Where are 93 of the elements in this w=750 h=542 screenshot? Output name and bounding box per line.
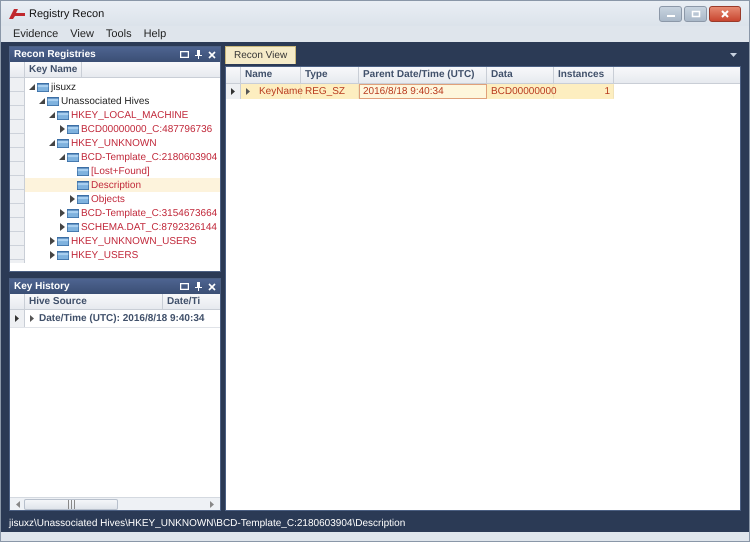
collapsed-arrow-icon[interactable]: [50, 237, 54, 245]
tree-item[interactable]: HKEY_UNKNOWN: [25, 136, 220, 150]
tree-item[interactable]: [Lost+Found]: [25, 164, 220, 178]
menu-item[interactable]: Tools: [106, 28, 132, 40]
tree-item-label: SCHEMA.DAT_C:8792326144: [81, 222, 217, 232]
window-title: Registry Recon: [29, 8, 104, 20]
panel-title: Key History: [14, 281, 70, 292]
expanded-arrow-icon[interactable]: [29, 84, 35, 90]
collapsed-arrow-icon[interactable]: [60, 209, 64, 217]
column-header[interactable]: Type: [301, 67, 359, 83]
folder-icon: [67, 152, 79, 162]
pin-icon[interactable]: [195, 50, 202, 59]
tree-item-label: HKEY_USERS: [71, 250, 138, 260]
tab[interactable]: Recon View: [225, 46, 296, 64]
minimize-button[interactable]: [659, 6, 682, 22]
tree-item-label: jisuxz: [51, 82, 76, 92]
folder-icon: [67, 222, 79, 232]
folder-icon: [77, 180, 89, 190]
collapsed-arrow-icon[interactable]: [60, 223, 64, 231]
tree-item-label: Objects: [91, 194, 125, 204]
scroll-thumb[interactable]: [24, 498, 118, 510]
folder-icon: [57, 250, 69, 260]
tree-item[interactable]: BCD00000000_C:487796736: [25, 122, 220, 136]
tree-item-label: BCD-Template_C:3154673664: [81, 208, 218, 218]
dropdown-arrow-icon[interactable]: [730, 53, 737, 57]
row-indicator-icon: [15, 315, 19, 322]
column-header[interactable]: Hive Source: [25, 294, 163, 309]
menu-item[interactable]: View: [70, 28, 94, 40]
tree-item[interactable]: HKEY_LOCAL_MACHINE: [25, 108, 220, 122]
table-row[interactable]: KeyName REG_SZ 2016/8/18 9:40:34 BCD00000000 1: [226, 84, 614, 99]
expanded-arrow-icon[interactable]: [49, 140, 55, 146]
column-header[interactable]: Parent Date/Time (UTC): [359, 67, 487, 83]
tree-item-label: HKEY_UNKNOWN: [71, 138, 157, 148]
collapsed-arrow-icon[interactable]: [70, 195, 74, 203]
column-header[interactable]: Date/Ti: [163, 294, 220, 309]
column-header[interactable]: Instances: [554, 67, 614, 83]
folder-icon: [37, 82, 49, 92]
folder-icon: [67, 124, 79, 134]
status-path: jisuxz\Unassociated Hives\HKEY_UNKNOWN\BCD-Template_C:2180603904\Description: [9, 518, 406, 529]
table-cell: BCD00000000: [487, 84, 554, 99]
pin-icon[interactable]: [195, 282, 202, 291]
menu-item[interactable]: Evidence: [13, 28, 58, 40]
folder-icon: [57, 236, 69, 246]
tree-item[interactable]: HKEY_UNKNOWN_USERS: [25, 234, 220, 248]
expanded-arrow-icon[interactable]: [49, 112, 55, 118]
horizontal-scrollbar[interactable]: [10, 497, 220, 510]
restore-icon[interactable]: [180, 283, 189, 290]
row-indicator-icon: [231, 88, 235, 95]
tree-item[interactable]: SCHEMA.DAT_C:8792326144: [25, 220, 220, 234]
tree-item-label: BCD-Template_C:2180603904: [81, 152, 218, 162]
collapsed-arrow-icon[interactable]: [60, 125, 64, 133]
tree-item[interactable]: Objects: [25, 192, 220, 206]
collapsed-arrow-icon[interactable]: [246, 88, 250, 95]
tree-item-label: [Lost+Found]: [91, 166, 150, 176]
folder-icon: [67, 208, 79, 218]
expanded-arrow-icon[interactable]: [59, 154, 65, 160]
collapsed-arrow-icon[interactable]: [30, 315, 34, 322]
tree-item-label: HKEY_LOCAL_MACHINE: [71, 110, 188, 120]
tree-item[interactable]: HKEY_USERS: [25, 248, 220, 262]
column-header[interactable]: Data: [487, 67, 554, 83]
table-cell: KeyName: [255, 84, 301, 99]
logo-icon: [9, 8, 25, 18]
maximize-icon: [690, 10, 700, 18]
tree-item-label: Description: [91, 180, 142, 190]
scroll-left-icon[interactable]: [16, 500, 20, 508]
group-row-label[interactable]: Date/Time (UTC): 2016/8/18 9:40:34: [39, 313, 204, 324]
panel-title: Recon Registries: [14, 49, 96, 60]
focused-table-cell: 2016/8/18 9:40:34: [359, 84, 487, 99]
expanded-arrow-icon[interactable]: [39, 98, 45, 104]
collapsed-arrow-icon[interactable]: [50, 251, 54, 259]
folder-icon: [77, 166, 89, 176]
close-icon: [720, 10, 730, 18]
folder-icon: [47, 96, 59, 106]
row-header[interactable]: [10, 310, 25, 327]
tree-item[interactable]: Unassociated Hives: [25, 94, 220, 108]
tree-item[interactable]: BCD-Template_C:3154673664: [25, 206, 220, 220]
menu-item[interactable]: Help: [144, 28, 166, 40]
tree-item-label: Unassociated Hives: [61, 96, 150, 106]
tree-item[interactable]: Description: [25, 178, 220, 192]
tree-item[interactable]: jisuxz: [25, 80, 220, 94]
folder-icon: [77, 194, 89, 204]
close-button[interactable]: [709, 6, 741, 22]
scroll-right-icon[interactable]: [210, 500, 214, 508]
tree-item-label: HKEY_UNKNOWN_USERS: [71, 236, 197, 246]
restore-icon[interactable]: [180, 51, 189, 58]
maximize-button[interactable]: [684, 6, 707, 22]
column-header[interactable]: Name: [241, 67, 301, 83]
tree-item-label: BCD00000000_C:487796736: [81, 124, 212, 134]
close-icon[interactable]: [208, 50, 216, 58]
folder-icon: [57, 138, 69, 148]
close-icon[interactable]: [208, 282, 216, 290]
folder-icon: [57, 110, 69, 120]
tree-item[interactable]: BCD-Template_C:2180603904: [25, 150, 220, 164]
